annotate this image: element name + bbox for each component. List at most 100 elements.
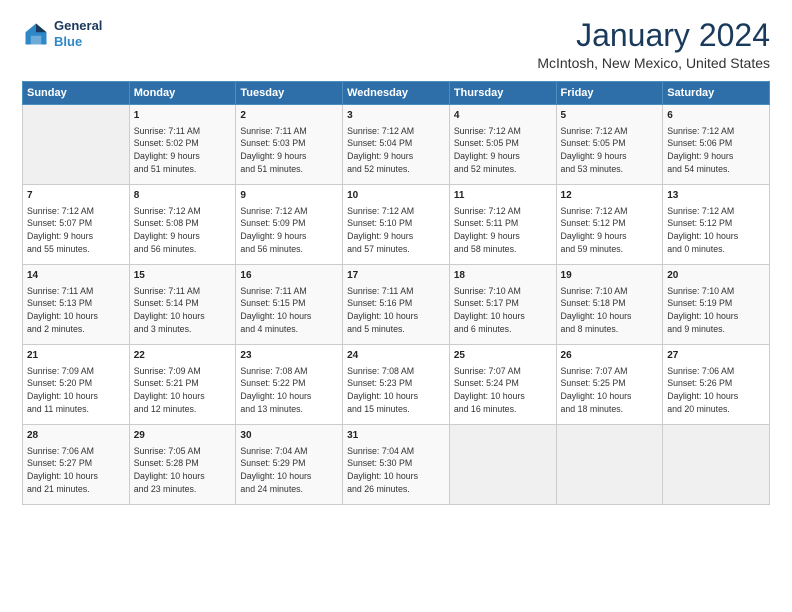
- day-info: Sunrise: 7:04 AM Sunset: 5:30 PM Dayligh…: [347, 445, 445, 496]
- day-number: 2: [240, 109, 338, 124]
- day-number: 8: [134, 189, 232, 204]
- day-number: 12: [561, 189, 659, 204]
- calendar-cell: 5Sunrise: 7:12 AM Sunset: 5:05 PM Daylig…: [556, 105, 663, 185]
- calendar-header-saturday: Saturday: [663, 82, 770, 105]
- logo-line1: General: [54, 18, 102, 34]
- calendar-header-tuesday: Tuesday: [236, 82, 343, 105]
- calendar-header-monday: Monday: [129, 82, 236, 105]
- calendar-cell: 24Sunrise: 7:08 AM Sunset: 5:23 PM Dayli…: [343, 345, 450, 425]
- day-number: 20: [667, 269, 765, 284]
- day-number: 3: [347, 109, 445, 124]
- calendar-table: SundayMondayTuesdayWednesdayThursdayFrid…: [22, 81, 770, 505]
- day-info: Sunrise: 7:11 AM Sunset: 5:14 PM Dayligh…: [134, 285, 232, 336]
- day-number: 27: [667, 349, 765, 364]
- main-title: January 2024: [537, 18, 770, 53]
- calendar-cell: 26Sunrise: 7:07 AM Sunset: 5:25 PM Dayli…: [556, 345, 663, 425]
- day-info: Sunrise: 7:11 AM Sunset: 5:02 PM Dayligh…: [134, 125, 232, 176]
- day-info: Sunrise: 7:05 AM Sunset: 5:28 PM Dayligh…: [134, 445, 232, 496]
- day-number: 1: [134, 109, 232, 124]
- calendar-cell: 13Sunrise: 7:12 AM Sunset: 5:12 PM Dayli…: [663, 185, 770, 265]
- day-info: Sunrise: 7:10 AM Sunset: 5:17 PM Dayligh…: [454, 285, 552, 336]
- day-number: 21: [27, 349, 125, 364]
- day-number: 29: [134, 429, 232, 444]
- day-number: 24: [347, 349, 445, 364]
- logo-icon: [22, 20, 50, 48]
- day-info: Sunrise: 7:12 AM Sunset: 5:05 PM Dayligh…: [561, 125, 659, 176]
- day-info: Sunrise: 7:12 AM Sunset: 5:09 PM Dayligh…: [240, 205, 338, 256]
- day-info: Sunrise: 7:12 AM Sunset: 5:04 PM Dayligh…: [347, 125, 445, 176]
- logo-line2: Blue: [54, 34, 102, 50]
- calendar-cell: 1Sunrise: 7:11 AM Sunset: 5:02 PM Daylig…: [129, 105, 236, 185]
- calendar-cell: 25Sunrise: 7:07 AM Sunset: 5:24 PM Dayli…: [449, 345, 556, 425]
- calendar-header-sunday: Sunday: [23, 82, 130, 105]
- day-info: Sunrise: 7:12 AM Sunset: 5:12 PM Dayligh…: [561, 205, 659, 256]
- calendar-cell: 21Sunrise: 7:09 AM Sunset: 5:20 PM Dayli…: [23, 345, 130, 425]
- day-info: Sunrise: 7:07 AM Sunset: 5:24 PM Dayligh…: [454, 365, 552, 416]
- day-info: Sunrise: 7:11 AM Sunset: 5:03 PM Dayligh…: [240, 125, 338, 176]
- day-number: 31: [347, 429, 445, 444]
- calendar-cell: 2Sunrise: 7:11 AM Sunset: 5:03 PM Daylig…: [236, 105, 343, 185]
- calendar-cell: 22Sunrise: 7:09 AM Sunset: 5:21 PM Dayli…: [129, 345, 236, 425]
- day-info: Sunrise: 7:09 AM Sunset: 5:21 PM Dayligh…: [134, 365, 232, 416]
- page: General Blue January 2024 McIntosh, New …: [0, 0, 792, 612]
- calendar-cell: [449, 425, 556, 505]
- calendar-week-1: 1Sunrise: 7:11 AM Sunset: 5:02 PM Daylig…: [23, 105, 770, 185]
- day-info: Sunrise: 7:10 AM Sunset: 5:18 PM Dayligh…: [561, 285, 659, 336]
- day-number: 13: [667, 189, 765, 204]
- day-info: Sunrise: 7:06 AM Sunset: 5:27 PM Dayligh…: [27, 445, 125, 496]
- calendar-cell: 4Sunrise: 7:12 AM Sunset: 5:05 PM Daylig…: [449, 105, 556, 185]
- day-info: Sunrise: 7:10 AM Sunset: 5:19 PM Dayligh…: [667, 285, 765, 336]
- day-info: Sunrise: 7:11 AM Sunset: 5:15 PM Dayligh…: [240, 285, 338, 336]
- day-number: 22: [134, 349, 232, 364]
- day-number: 18: [454, 269, 552, 284]
- header: General Blue January 2024 McIntosh, New …: [22, 18, 770, 71]
- calendar-cell: 17Sunrise: 7:11 AM Sunset: 5:16 PM Dayli…: [343, 265, 450, 345]
- calendar-cell: 6Sunrise: 7:12 AM Sunset: 5:06 PM Daylig…: [663, 105, 770, 185]
- calendar-cell: 27Sunrise: 7:06 AM Sunset: 5:26 PM Dayli…: [663, 345, 770, 425]
- calendar-cell: 11Sunrise: 7:12 AM Sunset: 5:11 PM Dayli…: [449, 185, 556, 265]
- day-number: 10: [347, 189, 445, 204]
- calendar-cell: 29Sunrise: 7:05 AM Sunset: 5:28 PM Dayli…: [129, 425, 236, 505]
- day-number: 4: [454, 109, 552, 124]
- logo: General Blue: [22, 18, 102, 49]
- day-number: 14: [27, 269, 125, 284]
- calendar-cell: 3Sunrise: 7:12 AM Sunset: 5:04 PM Daylig…: [343, 105, 450, 185]
- calendar-cell: 18Sunrise: 7:10 AM Sunset: 5:17 PM Dayli…: [449, 265, 556, 345]
- calendar-cell: 31Sunrise: 7:04 AM Sunset: 5:30 PM Dayli…: [343, 425, 450, 505]
- calendar-week-2: 7Sunrise: 7:12 AM Sunset: 5:07 PM Daylig…: [23, 185, 770, 265]
- day-info: Sunrise: 7:12 AM Sunset: 5:05 PM Dayligh…: [454, 125, 552, 176]
- calendar-week-3: 14Sunrise: 7:11 AM Sunset: 5:13 PM Dayli…: [23, 265, 770, 345]
- day-info: Sunrise: 7:12 AM Sunset: 5:11 PM Dayligh…: [454, 205, 552, 256]
- logo-text: General Blue: [54, 18, 102, 49]
- calendar-cell: [23, 105, 130, 185]
- calendar-week-5: 28Sunrise: 7:06 AM Sunset: 5:27 PM Dayli…: [23, 425, 770, 505]
- day-number: 17: [347, 269, 445, 284]
- calendar-cell: 9Sunrise: 7:12 AM Sunset: 5:09 PM Daylig…: [236, 185, 343, 265]
- day-info: Sunrise: 7:06 AM Sunset: 5:26 PM Dayligh…: [667, 365, 765, 416]
- day-info: Sunrise: 7:12 AM Sunset: 5:06 PM Dayligh…: [667, 125, 765, 176]
- calendar-header-thursday: Thursday: [449, 82, 556, 105]
- calendar-cell: 10Sunrise: 7:12 AM Sunset: 5:10 PM Dayli…: [343, 185, 450, 265]
- calendar-cell: 14Sunrise: 7:11 AM Sunset: 5:13 PM Dayli…: [23, 265, 130, 345]
- day-info: Sunrise: 7:07 AM Sunset: 5:25 PM Dayligh…: [561, 365, 659, 416]
- day-number: 15: [134, 269, 232, 284]
- calendar-cell: 19Sunrise: 7:10 AM Sunset: 5:18 PM Dayli…: [556, 265, 663, 345]
- day-info: Sunrise: 7:11 AM Sunset: 5:13 PM Dayligh…: [27, 285, 125, 336]
- day-number: 16: [240, 269, 338, 284]
- day-info: Sunrise: 7:12 AM Sunset: 5:08 PM Dayligh…: [134, 205, 232, 256]
- day-number: 5: [561, 109, 659, 124]
- calendar-header-friday: Friday: [556, 82, 663, 105]
- calendar-cell: 23Sunrise: 7:08 AM Sunset: 5:22 PM Dayli…: [236, 345, 343, 425]
- calendar-cell: 12Sunrise: 7:12 AM Sunset: 5:12 PM Dayli…: [556, 185, 663, 265]
- day-number: 19: [561, 269, 659, 284]
- day-number: 11: [454, 189, 552, 204]
- day-number: 30: [240, 429, 338, 444]
- day-number: 25: [454, 349, 552, 364]
- day-number: 9: [240, 189, 338, 204]
- day-info: Sunrise: 7:04 AM Sunset: 5:29 PM Dayligh…: [240, 445, 338, 496]
- day-number: 23: [240, 349, 338, 364]
- day-number: 7: [27, 189, 125, 204]
- calendar-cell: 20Sunrise: 7:10 AM Sunset: 5:19 PM Dayli…: [663, 265, 770, 345]
- day-info: Sunrise: 7:08 AM Sunset: 5:22 PM Dayligh…: [240, 365, 338, 416]
- day-info: Sunrise: 7:11 AM Sunset: 5:16 PM Dayligh…: [347, 285, 445, 336]
